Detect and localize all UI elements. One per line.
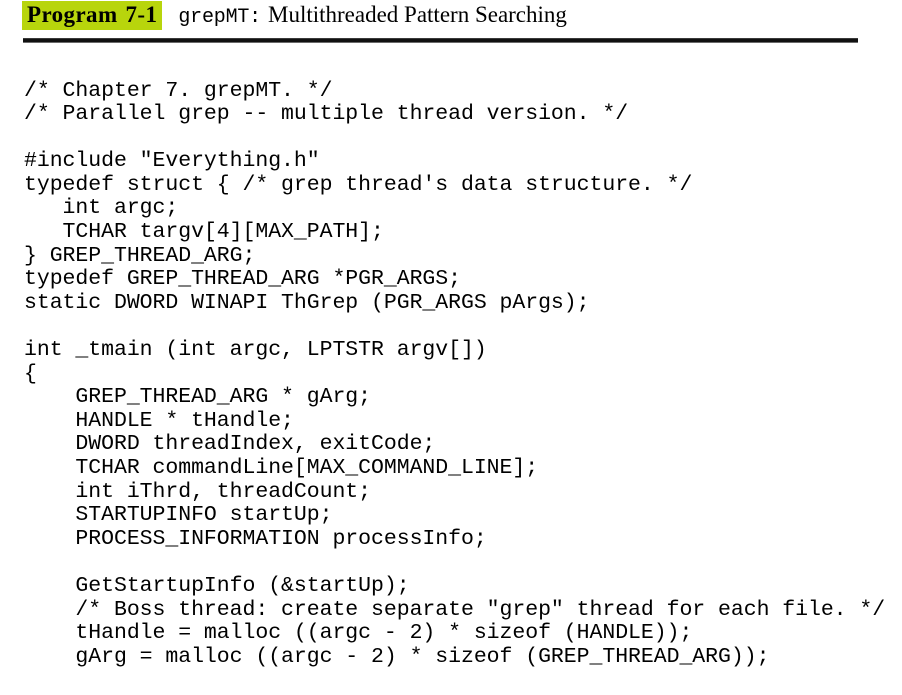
code-line: typedef struct { /* grep thread's data s…	[24, 172, 693, 197]
program-header: Program 7-1 grepMT: Multithreaded Pattern…	[22, 1, 882, 33]
code-line: /* Boss thread: create separate "grep" t…	[24, 597, 886, 622]
code-line: typedef GREP_THREAD_ARG *PGR_ARGS;	[24, 267, 461, 292]
program-number-badge: Program 7-1	[22, 1, 163, 30]
code-line: {	[24, 361, 37, 386]
program-listing-page: Program 7-1 grepMT: Multithreaded Pattern…	[0, 0, 902, 695]
code-line: PROCESS_INFORMATION processInfo;	[24, 526, 487, 551]
code-line: /* Parallel grep -- multiple thread vers…	[24, 102, 629, 127]
program-label-text: Program	[27, 2, 118, 27]
code-line: TCHAR commandLine[MAX_COMMAND_LINE];	[24, 456, 539, 480]
code-line: #include "Everything.h"	[24, 149, 320, 174]
code-line: HANDLE * tHandle;	[24, 408, 294, 433]
code-line: int _tmain (int argc, LPTSTR argv[])	[24, 338, 487, 363]
program-number-text: 7-1	[125, 2, 158, 27]
code-line: GetStartupInfo (&startUp);	[24, 573, 410, 598]
program-name: grepMT:	[178, 6, 261, 29]
code-line: int argc;	[24, 196, 179, 221]
code-line: int iThrd, threadCount;	[24, 479, 372, 504]
code-line: gArg = malloc ((argc - 2) * sizeof (GREP…	[24, 644, 770, 669]
code-listing: /* Chapter 7. grepMT. *//* Parallel grep…	[24, 78, 886, 670]
code-line: STARTUPINFO startUp;	[24, 503, 333, 528]
code-line: /* Chapter 7. grepMT. */	[24, 78, 333, 103]
header-divider	[23, 38, 858, 43]
code-line: TCHAR targv[4][MAX_PATH];	[24, 220, 384, 245]
code-line: DWORD threadIndex, exitCode;	[24, 432, 436, 457]
code-line: GREP_THREAD_ARG * gArg;	[24, 385, 372, 410]
code-line: } GREP_THREAD_ARG;	[24, 243, 256, 268]
code-line: tHandle = malloc ((argc - 2) * sizeof (H…	[24, 621, 693, 646]
code-line: static DWORD WINAPI ThGrep (PGR_ARGS pAr…	[24, 290, 590, 315]
page-title: Multithreaded Pattern Searching	[268, 2, 567, 27]
